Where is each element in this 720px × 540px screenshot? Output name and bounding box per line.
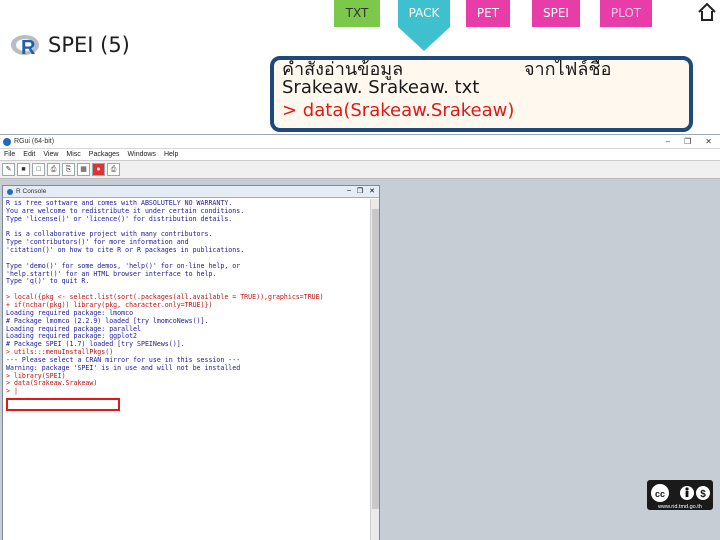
rgui-titlebar: RGui (64-bit) bbox=[0, 135, 720, 149]
tab-spei[interactable]: SPEI bbox=[532, 0, 580, 27]
command-callout: คำสั่งอ่านข้อมูล จากไฟล์ชื่อ Srakeaw. Sr… bbox=[270, 56, 693, 132]
console-line: 'citation()' on how to cite R or R packa… bbox=[6, 246, 245, 255]
rgui-menubar: File Edit View Misc Packages Windows Hel… bbox=[0, 149, 720, 161]
command-highlight-box bbox=[6, 398, 120, 411]
copy-paste-icon[interactable]: ▦ bbox=[77, 163, 90, 176]
console-close-icon[interactable]: ✕ bbox=[369, 187, 375, 195]
rgui-title: RGui (64-bit) bbox=[14, 138, 55, 145]
console-minimize-icon[interactable]: – bbox=[347, 187, 351, 195]
console-line: Type 'q()' to quit R. bbox=[6, 277, 90, 286]
slide-logo: R SPEI (5) bbox=[10, 30, 130, 60]
stop-icon[interactable]: ● bbox=[92, 163, 105, 176]
creative-commons-badge: cc $ www.rid.tmd.go.th bbox=[647, 480, 713, 510]
scroll-thumb[interactable] bbox=[372, 209, 379, 509]
console-controls: – ❐ ✕ bbox=[347, 187, 375, 195]
mdi-area: R Console – ❐ ✕ R is free software and c… bbox=[0, 181, 720, 540]
copy-icon[interactable]: ⎙ bbox=[47, 163, 60, 176]
save-workspace-icon[interactable]: □ bbox=[32, 163, 45, 176]
console-line: > data(Srakeaw.Srakeaw) bbox=[6, 379, 98, 388]
rgui-window: RGui (64-bit) – ❐ ✕ File Edit View Misc … bbox=[0, 134, 720, 540]
svg-text:R: R bbox=[21, 37, 36, 58]
paste-icon[interactable]: ⎘ bbox=[62, 163, 75, 176]
print-icon[interactable]: ⎙ bbox=[107, 163, 120, 176]
svg-text:cc: cc bbox=[655, 489, 665, 499]
svg-text:$: $ bbox=[700, 489, 706, 500]
tab-pet[interactable]: PET bbox=[466, 0, 510, 27]
slide-title: SPEI (5) bbox=[48, 33, 130, 57]
menu-view[interactable]: View bbox=[43, 151, 58, 158]
r-logo-icon: R bbox=[11, 35, 39, 58]
open-script-icon[interactable]: ✎ bbox=[2, 163, 15, 176]
tab-txt[interactable]: TXT bbox=[334, 0, 380, 27]
slide: TXT PACK PET SPEI PLOT R SPEI (5) คำสั่ง… bbox=[0, 0, 720, 540]
tab-pack[interactable]: PACK bbox=[398, 0, 450, 27]
menu-packages[interactable]: Packages bbox=[89, 151, 120, 158]
menu-file[interactable]: File bbox=[4, 151, 15, 158]
r-console-icon bbox=[7, 188, 13, 195]
console-output[interactable]: R is free software and comes with ABSOLU… bbox=[6, 200, 368, 540]
r-console-window: R Console – ❐ ✕ R is free software and c… bbox=[2, 185, 380, 540]
console-line: > | bbox=[6, 387, 18, 396]
console-restore-icon[interactable]: ❐ bbox=[357, 187, 363, 195]
close-icon[interactable]: ✕ bbox=[705, 137, 712, 146]
menu-help[interactable]: Help bbox=[164, 151, 178, 158]
window-controls: – ❐ ✕ bbox=[666, 137, 712, 146]
console-scrollbar[interactable] bbox=[370, 199, 379, 540]
menu-windows[interactable]: Windows bbox=[128, 151, 156, 158]
badge-site-url: www.rid.tmd.go.th bbox=[657, 504, 702, 510]
callout-line-2: Srakeaw. Srakeaw. txt bbox=[282, 77, 480, 98]
menu-misc[interactable]: Misc bbox=[66, 151, 80, 158]
menu-edit[interactable]: Edit bbox=[23, 151, 35, 158]
callout-line-1b: จากไฟล์ชื่อ bbox=[524, 59, 612, 80]
load-workspace-icon[interactable]: ■ bbox=[17, 163, 30, 176]
r-console-title: R Console bbox=[16, 188, 47, 195]
r-app-icon bbox=[3, 137, 11, 146]
tab-pack-pointer bbox=[398, 27, 450, 51]
tab-plot[interactable]: PLOT bbox=[600, 0, 652, 27]
restore-icon[interactable]: ❐ bbox=[684, 137, 691, 146]
rgui-toolbar: ✎ ■ □ ⎙ ⎘ ▦ ● ⎙ bbox=[0, 161, 720, 179]
minimize-icon[interactable]: – bbox=[666, 137, 670, 146]
console-line: Type 'license()' or 'licence()' for dist… bbox=[6, 214, 233, 223]
callout-command: > data(Srakeaw.Srakeaw) bbox=[282, 100, 515, 121]
r-console-titlebar: R Console bbox=[3, 186, 379, 198]
home-icon[interactable] bbox=[697, 2, 717, 22]
